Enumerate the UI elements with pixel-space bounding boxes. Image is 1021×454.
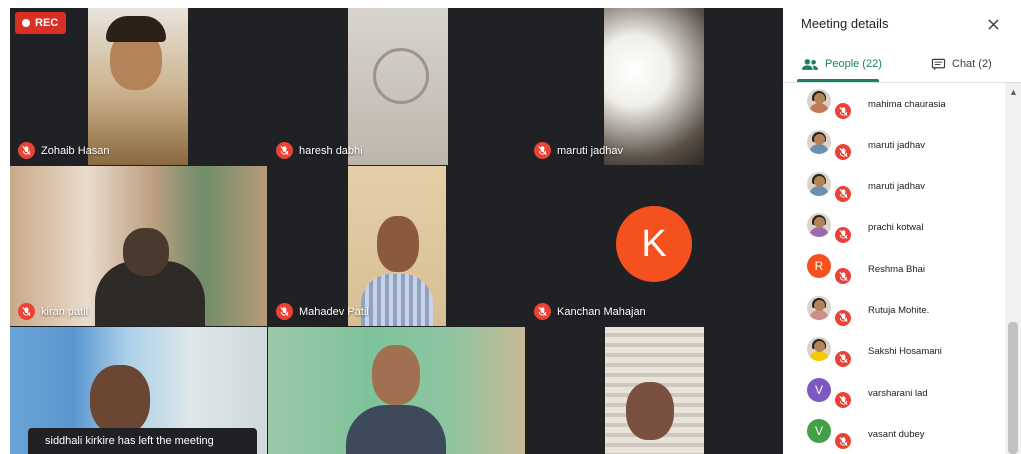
participant-avatar: R <box>807 254 831 279</box>
participant-avatar <box>807 212 831 237</box>
participant-avatar <box>807 295 831 320</box>
mic-off-icon <box>276 303 293 320</box>
participant-name: haresh dabhi <box>299 144 363 157</box>
participant-list: mahima chaurasia maruti jadhav maruti jadh… <box>783 83 1005 454</box>
people-icon <box>801 58 819 70</box>
video-tile[interactable]: kiran patil <box>10 166 267 326</box>
chat-icon <box>931 58 946 71</box>
meeting-details-panel: Meeting details People (22) Chat (2) mah… <box>783 0 1021 454</box>
mic-off-icon <box>835 185 851 202</box>
participant-name-tag: Mahadev Patil <box>276 303 369 320</box>
mic-off-icon <box>835 350 851 367</box>
participant-avatar <box>807 171 831 196</box>
tab-chat-label: Chat (2) <box>952 58 992 70</box>
mic-off-icon <box>835 268 851 285</box>
video-tile[interactable]: K Kanchan Mahajan <box>526 166 783 326</box>
participant-avatar: V <box>807 419 831 444</box>
participant-name: Zohaib Hasan <box>41 144 110 157</box>
panel-title: Meeting details <box>801 16 889 31</box>
mic-off-icon <box>835 433 851 450</box>
video-tile[interactable] <box>526 327 783 454</box>
scroll-up-icon[interactable]: ▲ <box>1009 87 1018 97</box>
close-icon[interactable] <box>983 14 1003 34</box>
mic-off-icon <box>534 303 551 320</box>
participant-list-name: mahima chaurasia <box>868 98 946 110</box>
participant-name-tag: haresh dabhi <box>276 142 363 159</box>
video-tile[interactable] <box>268 327 525 454</box>
tab-chat[interactable]: Chat (2) <box>931 48 992 80</box>
mic-off-icon <box>835 309 851 326</box>
participant-avatar <box>807 336 831 361</box>
record-dot-icon <box>22 19 30 27</box>
participant-list-item[interactable]: R Reshma Bhai <box>783 249 1005 289</box>
participant-list-name: vasant dubey <box>868 428 925 440</box>
recording-badge: REC <box>15 12 67 34</box>
tab-people[interactable]: People (22) <box>801 48 882 80</box>
participant-name: kiran patil <box>41 305 89 318</box>
mic-off-icon <box>835 392 851 409</box>
participant-name-tag: maruti jadhav <box>534 142 623 159</box>
participant-list-item[interactable]: mahima chaurasia <box>783 84 1005 124</box>
participant-avatar <box>807 89 831 113</box>
participant-list-name: Rutuja Mohite. <box>868 305 930 316</box>
participant-name: Kanchan Mahajan <box>557 305 646 318</box>
participant-list-name: prachi kotwal <box>868 222 924 234</box>
participant-name-tag: Zohaib Hasan <box>18 142 110 159</box>
video-grid: REC Zohaib Hasan haresh dabhi maruti jad… <box>10 8 783 454</box>
participant-avatar: V <box>807 378 831 403</box>
panel-tabs: People (22) Chat (2) <box>783 48 1021 83</box>
mic-off-icon <box>835 103 851 119</box>
video-tile[interactable]: Mahadev Patil <box>268 166 525 326</box>
participant-list-item[interactable]: Vvarsharani lad <box>783 373 1005 413</box>
participant-list-name: Sakshi Hosamani <box>868 346 942 358</box>
participant-avatar: K <box>616 206 692 282</box>
participant-list-name: maruti jadhav <box>868 181 926 193</box>
participant-list-name: varsharani lad <box>868 387 928 399</box>
mic-off-icon <box>835 144 851 161</box>
participant-name-tag: kiran patil <box>18 303 88 320</box>
participant-list-item[interactable]: prachi kotwal <box>783 208 1005 248</box>
recording-label: REC <box>35 17 59 29</box>
active-tab-indicator <box>797 79 879 82</box>
participant-list-item[interactable]: maruti jadhav <box>783 167 1005 207</box>
participant-list-item[interactable]: Sakshi Hosamani <box>783 332 1005 372</box>
scrollbar-thumb[interactable] <box>1008 322 1018 454</box>
participant-list-item[interactable]: Rutuja Mohite. <box>783 291 1005 331</box>
participant-name: maruti jadhav <box>557 144 624 157</box>
left-meeting-toast: siddhali kirkire has left the meeting <box>28 428 257 454</box>
participant-list-name: maruti jadhav <box>868 139 926 151</box>
mic-off-icon <box>18 142 35 159</box>
participant-name-tag: Kanchan Mahajan <box>534 303 646 320</box>
participant-list-item[interactable]: Vvasant dubey <box>783 414 1005 454</box>
participant-list-item[interactable]: maruti jadhav <box>783 125 1005 165</box>
video-tile[interactable]: haresh dabhi <box>268 8 525 165</box>
mic-off-icon <box>534 142 551 159</box>
mic-off-icon <box>18 303 35 320</box>
mic-off-icon <box>276 142 293 159</box>
participant-avatar <box>807 130 831 155</box>
tab-people-label: People (22) <box>825 58 882 70</box>
participant-list-name: Reshma Bhai <box>868 263 926 275</box>
mic-off-icon <box>835 226 851 243</box>
participant-name: Mahadev Patil <box>299 305 369 318</box>
video-tile[interactable]: maruti jadhav <box>526 8 783 165</box>
